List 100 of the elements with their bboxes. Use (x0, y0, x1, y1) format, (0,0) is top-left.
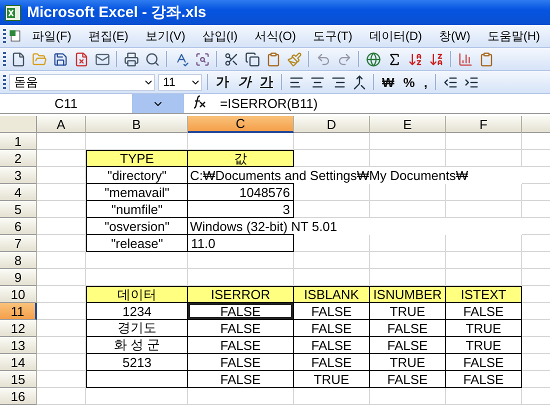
menu-item[interactable]: 삽입(I) (195, 26, 245, 46)
menu-item[interactable]: 파일(F) (25, 26, 78, 46)
row-header[interactable]: 8 (0, 252, 37, 269)
column-header[interactable]: A (37, 116, 86, 133)
grid-cell[interactable] (370, 201, 446, 218)
grid-cell[interactable] (446, 133, 522, 150)
grid-cell[interactable] (294, 252, 370, 269)
table-cell[interactable]: TRUE (294, 371, 370, 388)
active-cell[interactable]: FALSE (188, 303, 294, 320)
row-header[interactable]: 4 (0, 184, 37, 201)
menu-item[interactable]: 도움말(H) (480, 26, 547, 46)
menu-item[interactable]: 도구(T) (306, 26, 360, 46)
row-header[interactable]: 15 (0, 371, 37, 388)
column-header[interactable]: D (294, 116, 370, 133)
table-cell[interactable]: FALSE (446, 371, 522, 388)
table-cell[interactable]: TRUE (446, 320, 522, 337)
header-cell: ISNUMBER (370, 286, 446, 303)
table-cell[interactable]: FALSE (294, 337, 370, 354)
globe-icon[interactable] (364, 50, 382, 68)
grid-cell[interactable] (446, 201, 522, 218)
row-header[interactable]: 7 (0, 235, 37, 252)
currency-button[interactable]: ₩ (379, 73, 398, 91)
row-header[interactable]: 5 (0, 201, 37, 218)
table-cell[interactable]: FALSE (370, 337, 446, 354)
grid-cell[interactable] (370, 252, 446, 269)
underline-button[interactable]: 가 (257, 73, 276, 91)
header-cell: TYPE (86, 150, 188, 167)
grid-cell[interactable] (294, 133, 370, 150)
table-cell[interactable]: FALSE (446, 354, 522, 371)
row-header[interactable]: 6 (0, 218, 37, 235)
row-header[interactable]: 12 (0, 320, 37, 337)
table-cell[interactable]: FALSE (188, 371, 294, 388)
table-cell: 3 (188, 201, 294, 218)
table-cell[interactable]: FALSE (294, 354, 370, 371)
table-cell[interactable]: FALSE (294, 303, 370, 320)
font-select[interactable]: 돋움 (9, 74, 155, 90)
table-cell: 5213 (86, 354, 188, 371)
grid-cell[interactable] (37, 133, 86, 150)
grid-cell[interactable] (446, 184, 522, 201)
menu-item[interactable]: 데이터(D) (362, 26, 429, 46)
percent-button[interactable]: % (400, 73, 418, 91)
bold-button[interactable]: 가 (213, 73, 232, 91)
menu-item[interactable]: 보기(V) (138, 26, 192, 46)
table-cell[interactable]: FALSE (294, 320, 370, 337)
comma-button[interactable]: , (420, 73, 430, 91)
grid-cell[interactable] (37, 388, 86, 405)
row-header[interactable]: 14 (0, 354, 37, 371)
italic-button[interactable]: 가 (235, 73, 254, 91)
font-size-select[interactable]: 11 (158, 74, 202, 90)
grid-cell[interactable] (446, 235, 522, 252)
table-cell[interactable]: FALSE (188, 354, 294, 371)
grid-cell[interactable] (37, 269, 86, 286)
row-header[interactable]: 9 (0, 269, 37, 286)
grid-cell[interactable] (446, 252, 522, 269)
cell-text: C:₩Documents and Settings₩My Documents₩ (190, 167, 470, 183)
column-header[interactable]: E (370, 116, 446, 133)
row-header[interactable]: 1 (0, 133, 37, 150)
brush-icon[interactable] (285, 50, 303, 68)
grid-cell[interactable] (37, 252, 86, 269)
column-header[interactable]: F (446, 116, 522, 133)
row-header[interactable]: 2 (0, 150, 37, 167)
table-cell: "osversion" (86, 218, 188, 235)
table-cell: "release" (86, 235, 188, 252)
row-header[interactable]: 10 (0, 286, 37, 303)
menu-item[interactable]: 서식(O) (248, 26, 303, 46)
table-cell: "directory" (86, 167, 188, 184)
table-cell[interactable]: TRUE (370, 303, 446, 320)
spreadsheet-icon (5, 4, 21, 20)
header-cell: 값 (188, 150, 294, 167)
printer-icon[interactable] (122, 50, 140, 68)
table-cell[interactable]: TRUE (446, 337, 522, 354)
row-header[interactable]: 13 (0, 337, 37, 354)
grid-cell[interactable] (370, 235, 446, 252)
grid-cell[interactable] (370, 184, 446, 201)
row-header[interactable]: 11 (0, 303, 37, 320)
formula-field[interactable]: =ISERROR(B11) (214, 96, 318, 111)
table-cell: 11.0 (188, 235, 294, 252)
select-all-corner[interactable] (0, 116, 37, 133)
copy-icon[interactable] (243, 50, 261, 68)
header-cell: ISBLANK (294, 286, 370, 303)
row-header[interactable]: 3 (0, 167, 37, 184)
header-cell: ISTEXT (446, 286, 522, 303)
menu-item[interactable]: 창(W) (432, 26, 478, 46)
column-header[interactable]: C (188, 116, 294, 133)
row-header[interactable]: 16 (0, 388, 37, 405)
column-header[interactable] (522, 116, 550, 133)
column-header[interactable]: B (86, 116, 188, 133)
grid-cell[interactable] (370, 133, 446, 150)
table-cell: 화 성 군 (86, 337, 188, 354)
header-cell: ISERROR (188, 286, 294, 303)
table-cell[interactable]: TRUE (370, 354, 446, 371)
table-cell[interactable]: FALSE (188, 337, 294, 354)
table-cell[interactable]: FALSE (446, 303, 522, 320)
table-cell[interactable]: FALSE (188, 320, 294, 337)
table-cell[interactable]: FALSE (370, 371, 446, 388)
menu-item[interactable]: 편집(E) (81, 26, 136, 46)
table-cell: 1234 (86, 303, 188, 320)
cell-text: Windows (32-bit) NT 5.01 (190, 218, 340, 234)
table-cell: 1048576 (188, 184, 294, 201)
table-cell[interactable]: FALSE (370, 320, 446, 337)
